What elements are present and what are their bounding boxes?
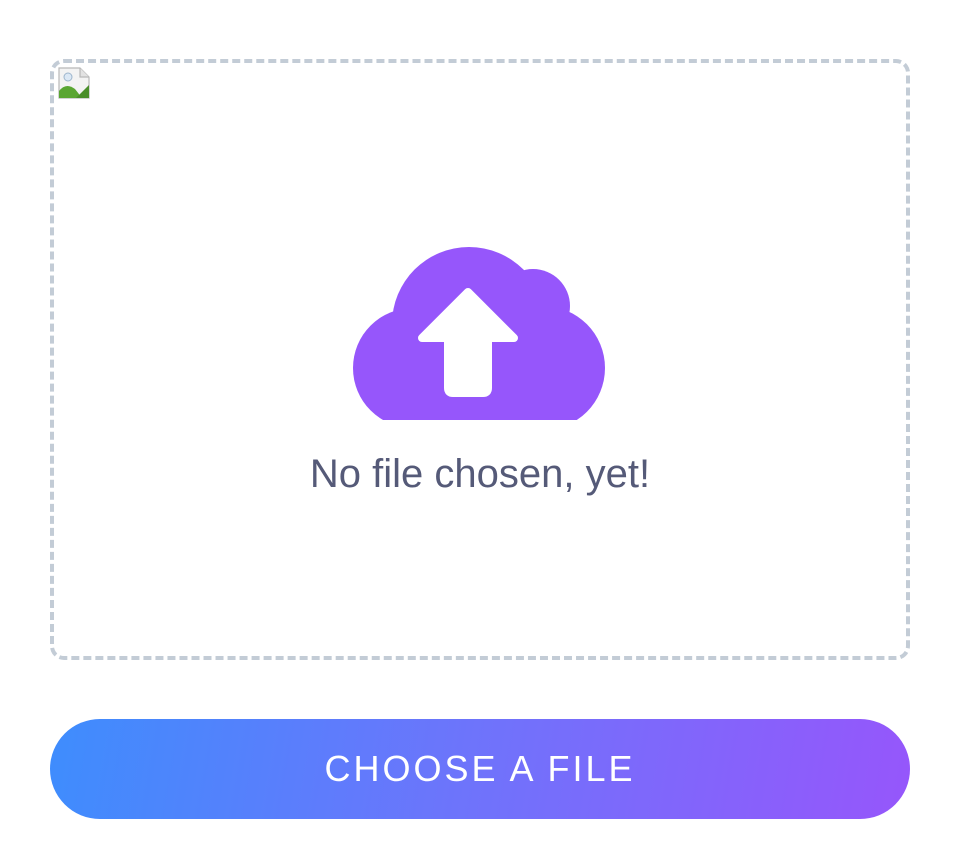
file-status-text: No file chosen, yet! xyxy=(309,452,651,496)
choose-file-button[interactable]: CHOOSE A FILE xyxy=(50,719,910,819)
file-drop-zone[interactable]: No file chosen, yet! xyxy=(50,59,910,660)
broken-image-icon xyxy=(58,67,90,99)
cloud-upload-icon xyxy=(353,240,609,430)
